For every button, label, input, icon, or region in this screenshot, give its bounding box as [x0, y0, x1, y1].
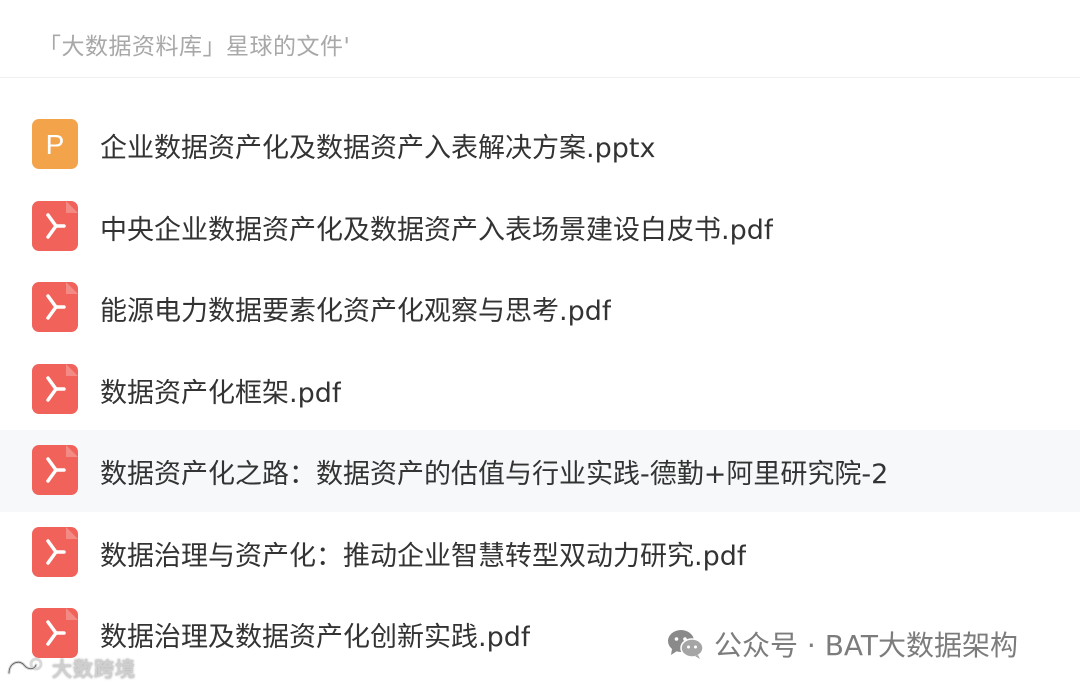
- file-row[interactable]: 数据资产化框架.pdf: [0, 349, 1080, 431]
- watermark: 公众号 · BAT大数据架构: [666, 624, 1018, 664]
- corner-watermark-text: 大数跨境: [52, 656, 136, 681]
- watermark-text: 公众号 · BAT大数据架构: [714, 629, 1018, 662]
- file-name: 数据资产化框架.pdf: [100, 377, 342, 409]
- file-list-page: 「大数据资料库」星球的文件' P 企业数据资产化及数据资产入表解决方案.pptx…: [0, 0, 1080, 688]
- page-title: 「大数据资料库」星球的文件': [38, 34, 351, 60]
- pptx-file-icon: P: [32, 119, 78, 169]
- file-name: 数据治理与资产化：推动企业智慧转型双动力研究.pdf: [100, 540, 747, 572]
- corner-watermark: 大数跨境: [6, 652, 136, 682]
- file-row[interactable]: 中央企业数据资产化及数据资产入表场景建设白皮书.pdf: [0, 186, 1080, 268]
- file-row[interactable]: 数据资产化之路：数据资产的估值与行业实践-德勤+阿里研究院-2…: [0, 430, 1080, 512]
- pdf-file-icon: [32, 445, 78, 495]
- brand-logo-icon: [7, 657, 43, 675]
- file-row[interactable]: P 企业数据资产化及数据资产入表解决方案.pptx: [0, 104, 1080, 186]
- file-row[interactable]: 能源电力数据要素化资产化观察与思考.pdf: [0, 267, 1080, 349]
- pdf-file-icon: [32, 282, 78, 332]
- file-name: 能源电力数据要素化资产化观察与思考.pdf: [100, 296, 612, 327]
- svg-text:P: P: [46, 129, 65, 160]
- file-name: 中央企业数据资产化及数据资产入表场景建设白皮书.pdf: [100, 214, 774, 246]
- pdf-file-icon: [32, 363, 78, 414]
- pdf-file-icon: [32, 608, 78, 658]
- file-name: 数据资产化之路：数据资产的估值与行业实践-德勤+阿里研究院-2…: [100, 459, 890, 490]
- pdf-file-icon: [32, 200, 78, 251]
- file-row[interactable]: 数据治理与资产化：推动企业智慧转型双动力研究.pdf: [0, 512, 1080, 594]
- header: 「大数据资料库」星球的文件': [0, 0, 1080, 78]
- file-list: P 企业数据资产化及数据资产入表解决方案.pptx 中央企业数据资产化及数据资产…: [0, 104, 1080, 675]
- file-name: 企业数据资产化及数据资产入表解决方案.pptx: [100, 133, 656, 164]
- pdf-file-icon: [32, 526, 78, 577]
- wechat-icon: [668, 630, 704, 659]
- file-name: 数据治理及数据资产化创新实践.pdf: [100, 622, 531, 653]
